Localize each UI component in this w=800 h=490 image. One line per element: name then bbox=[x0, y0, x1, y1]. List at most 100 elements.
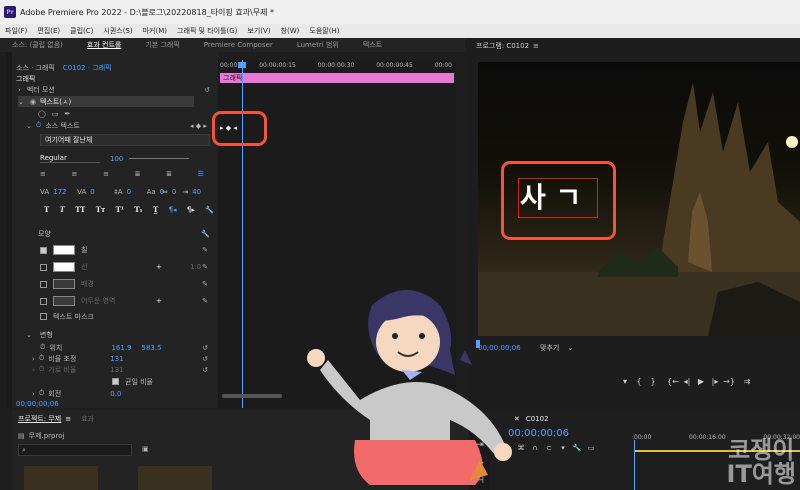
text-direction-rtl-icon[interactable]: ¶▸ bbox=[187, 205, 195, 214]
expand-arrow-icon[interactable]: › bbox=[32, 366, 35, 374]
stopwatch-icon[interactable]: ⏱ bbox=[40, 343, 45, 352]
graphic-clip-bar[interactable]: 그래픽 bbox=[220, 73, 454, 83]
underline-icon[interactable]: T̲ bbox=[153, 205, 158, 214]
program-monitor-title[interactable]: 프로그램: C0102 bbox=[476, 41, 529, 51]
fill-checkbox[interactable] bbox=[40, 246, 47, 254]
clip-thumbnail-2[interactable] bbox=[138, 466, 212, 490]
stroke-width-value[interactable]: 1.0 bbox=[190, 263, 201, 271]
background-color-swatch[interactable] bbox=[53, 279, 75, 289]
uniform-scale-checkbox[interactable] bbox=[112, 378, 119, 385]
text-layer-label[interactable]: 텍스트(ㅅ) bbox=[40, 97, 71, 107]
add-marker-icon[interactable]: ▾ bbox=[556, 444, 570, 452]
background-eyedropper-icon[interactable]: ✎ bbox=[202, 280, 208, 288]
menu-window[interactable]: 창(W) bbox=[276, 26, 305, 36]
faux-bold-icon[interactable]: T bbox=[44, 205, 49, 214]
breadcrumb-clip[interactable]: C0102 · 그래픽 bbox=[63, 63, 112, 73]
chevron-down-icon[interactable]: ⌄ bbox=[567, 344, 573, 352]
position-y-value[interactable]: 583.5 bbox=[142, 344, 162, 352]
mon-timeruler[interactable] bbox=[476, 340, 800, 348]
background-checkbox[interactable] bbox=[40, 280, 47, 288]
fit-select[interactable]: 맞추기 bbox=[540, 343, 559, 353]
appearance-wrench-icon[interactable]: 🔧 bbox=[201, 230, 210, 238]
font-size-value[interactable]: 100 bbox=[110, 155, 123, 163]
expand-arrow-icon[interactable]: ⌄ bbox=[26, 331, 32, 339]
align-center-icon[interactable]: ≡ bbox=[72, 170, 78, 178]
step-back-icon[interactable]: ◂| bbox=[680, 377, 694, 386]
menu-marker[interactable]: 마커(M) bbox=[138, 26, 172, 36]
tab-text[interactable]: 텍스트 bbox=[351, 40, 394, 50]
menu-edit[interactable]: 편집(E) bbox=[32, 26, 65, 36]
leading-value[interactable]: 0 bbox=[127, 188, 141, 196]
mark-out-icon[interactable]: } bbox=[646, 377, 660, 386]
project-search-input[interactable] bbox=[28, 446, 119, 454]
stroke-checkbox[interactable] bbox=[40, 263, 47, 271]
faux-italic-icon[interactable]: T bbox=[60, 205, 65, 214]
stroke-color-swatch[interactable] bbox=[53, 262, 75, 272]
panel-menu-icon[interactable]: ≡ bbox=[65, 415, 71, 423]
add-stroke-icon[interactable]: + bbox=[156, 263, 162, 271]
tab-lumetri-scopes[interactable]: Lumetri 범위 bbox=[285, 40, 351, 50]
small-caps-icon[interactable]: Tт bbox=[96, 205, 106, 214]
snap-icon[interactable]: ∩ bbox=[528, 444, 542, 452]
playhead-handle[interactable] bbox=[238, 62, 246, 68]
go-to-out-icon[interactable]: →} bbox=[722, 377, 736, 386]
expand-arrow-icon[interactable]: › bbox=[32, 355, 35, 363]
expand-arrow-icon[interactable]: › bbox=[18, 86, 21, 94]
settings-wrench-icon[interactable]: 🔧 bbox=[570, 444, 584, 452]
mark-in-icon[interactable]: { bbox=[632, 377, 646, 386]
play-icon[interactable]: ▶ bbox=[694, 377, 708, 386]
stopwatch-icon[interactable]: ⏱ bbox=[39, 354, 44, 363]
tab-premiere-composer[interactable]: Premiere Composer bbox=[192, 41, 285, 49]
step-forward-icon[interactable]: |▸ bbox=[708, 377, 722, 386]
pen-mask-icon[interactable]: ✒ bbox=[64, 110, 70, 118]
shadow-color-swatch[interactable] bbox=[53, 296, 75, 306]
menu-help[interactable]: 도움말(H) bbox=[304, 26, 344, 36]
tab-source[interactable]: 소스: (클립 없음) bbox=[0, 40, 75, 50]
text-mask-checkbox[interactable] bbox=[40, 313, 47, 320]
all-caps-icon[interactable]: TT bbox=[75, 205, 85, 214]
fill-eyedropper-icon[interactable]: ✎ bbox=[202, 246, 208, 254]
tab-essential-graphics[interactable]: 기본 그래픽 bbox=[133, 40, 191, 50]
superscript-icon[interactable]: T¹ bbox=[116, 205, 124, 214]
stroke-eyedropper-icon[interactable]: ✎ bbox=[202, 263, 208, 271]
tab-project[interactable]: 프로젝트: 무제 bbox=[18, 414, 61, 424]
rotation-value[interactable]: 0.0 bbox=[110, 390, 121, 398]
align-right-icon[interactable]: ≡ bbox=[103, 170, 109, 178]
visibility-eye-icon[interactable]: ◉ bbox=[30, 98, 36, 106]
justify-icon[interactable]: ≣ bbox=[135, 170, 141, 178]
reset-icon[interactable]: ↺ bbox=[202, 344, 208, 352]
kerning-value[interactable]: 0 bbox=[90, 188, 108, 196]
menu-graphics[interactable]: 그래픽 및 타이틀(G) bbox=[172, 26, 242, 36]
add-marker-icon[interactable]: ▾ bbox=[618, 377, 632, 386]
menu-file[interactable]: 파일(F) bbox=[0, 26, 32, 36]
expand-arrow-icon[interactable]: › bbox=[32, 390, 35, 398]
tab-effect-controls[interactable]: 효과 컨트롤 bbox=[75, 40, 133, 50]
linked-icon[interactable]: ⊂ bbox=[542, 444, 556, 452]
justify-all-icon[interactable]: ≣ bbox=[166, 170, 172, 178]
timeline-playhead[interactable] bbox=[634, 440, 635, 490]
menu-sequence[interactable]: 시퀀스(S) bbox=[98, 26, 137, 36]
fill-color-swatch[interactable] bbox=[53, 245, 75, 255]
text-direction-icon[interactable]: ¶◂ bbox=[169, 205, 177, 214]
new-bin-icon[interactable]: ▣ bbox=[142, 445, 149, 453]
ellipse-mask-icon[interactable]: ◯ bbox=[38, 110, 46, 118]
tsume-value[interactable]: 0 bbox=[172, 188, 176, 196]
insert-icon[interactable]: ⇉ bbox=[740, 377, 754, 386]
wrench-icon[interactable]: 🔧 bbox=[205, 205, 214, 214]
menu-view[interactable]: 보기(V) bbox=[242, 26, 275, 36]
subscript-icon[interactable]: T₁ bbox=[134, 205, 142, 214]
breadcrumb-source[interactable]: 소스 · 그래픽 bbox=[16, 63, 55, 73]
reset-icon[interactable]: ↺ bbox=[202, 366, 208, 374]
ec-zoom-scrollbar[interactable] bbox=[222, 394, 282, 398]
rect-mask-icon[interactable]: ▭ bbox=[52, 110, 59, 118]
expand-arrow-icon[interactable]: ⌄ bbox=[26, 122, 32, 130]
tab-effects[interactable]: 효과 bbox=[81, 414, 94, 424]
position-x-value[interactable]: 161.9 bbox=[111, 344, 131, 352]
font-style-select[interactable]: Regular bbox=[40, 154, 100, 163]
stopwatch-icon[interactable]: ⏱ bbox=[36, 121, 41, 130]
sequence-tab[interactable]: C0102 bbox=[526, 415, 549, 423]
scale-value[interactable]: 131 bbox=[110, 355, 123, 363]
align-top-icon[interactable]: ☰ bbox=[198, 170, 204, 178]
font-size-slider[interactable] bbox=[129, 158, 190, 159]
tab-width-value[interactable]: 40 bbox=[192, 188, 201, 196]
